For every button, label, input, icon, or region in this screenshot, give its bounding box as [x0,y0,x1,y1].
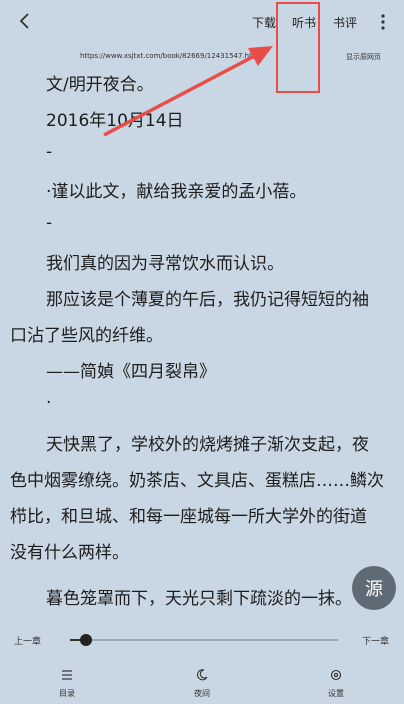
progress-track[interactable] [70,634,338,646]
chapter-progress-bar: 上一章 下一章 [0,626,404,654]
nav-label: 夜间 [194,689,210,698]
text-line: 2016年10月14日 [46,111,184,131]
nav-item-settings[interactable]: 设置 [306,668,366,699]
reader-content: 文/明开夜合。 2016年10月14日 - ·谨以此文，献给我亲爱的孟小蓓。 -… [0,64,404,620]
text-line: 那应该是个薄夏的午后，我仍记得短短的袖 [46,290,369,310]
next-chapter-button[interactable]: 下一章 [362,634,389,647]
text-line: 栉比，和旦城、和每一座城每一所大学外的街道 [10,507,367,527]
text-line: 色中烟雾缭绕。奶茶店、文具店、蛋糕店……鳞次 [10,471,384,491]
text-line: ·谨以此文，献给我亲爱的孟小蓓。 [46,182,307,202]
progress-thumb[interactable] [80,634,92,646]
download-button[interactable]: 下载 [252,14,276,31]
moon-icon [197,669,208,681]
text-line: · [46,393,52,413]
text-line: ——简媜《四月裂帛》 [46,362,216,382]
gear-icon [330,669,342,681]
nav-item-toc[interactable]: 目录 [37,668,97,699]
nav-label: 设置 [328,689,344,698]
source-button[interactable]: 源 [352,566,396,610]
annotation-highlight-box [276,2,320,93]
back-arrow-icon[interactable] [14,10,36,32]
bottom-navigation: 目录 夜间 设置 [0,662,404,704]
previous-chapter-button[interactable]: 上一章 [14,634,41,647]
nav-label: 目录 [59,689,75,698]
text-line: 暮色笼罩而下，天光只剩下疏淡的一抹。 [46,589,352,609]
text-line: - [46,142,53,162]
nav-item-night[interactable]: 夜间 [172,668,232,699]
text-line: 天快黑了，学校外的烧烤摊子渐次支起，夜 [46,435,369,455]
text-line: 我们真的因为寻常饮水而认识。 [46,254,284,274]
page-url: https://www.xsjtxt.com/book/82669/124315… [80,52,261,60]
show-original-webpage-link[interactable]: 显示原网页 [346,52,381,62]
text-line: - [46,213,53,233]
text-line: 口沾了些风的纤维。 [10,326,163,346]
top-toolbar: 下载 听书 书评 [0,0,404,44]
text-line: 没有什么两样。 [10,543,129,563]
review-button[interactable]: 书评 [333,14,357,31]
text-line: 文/明开夜合。 [46,75,154,95]
more-menu-icon[interactable] [376,12,390,32]
menu-list-icon [62,670,72,680]
